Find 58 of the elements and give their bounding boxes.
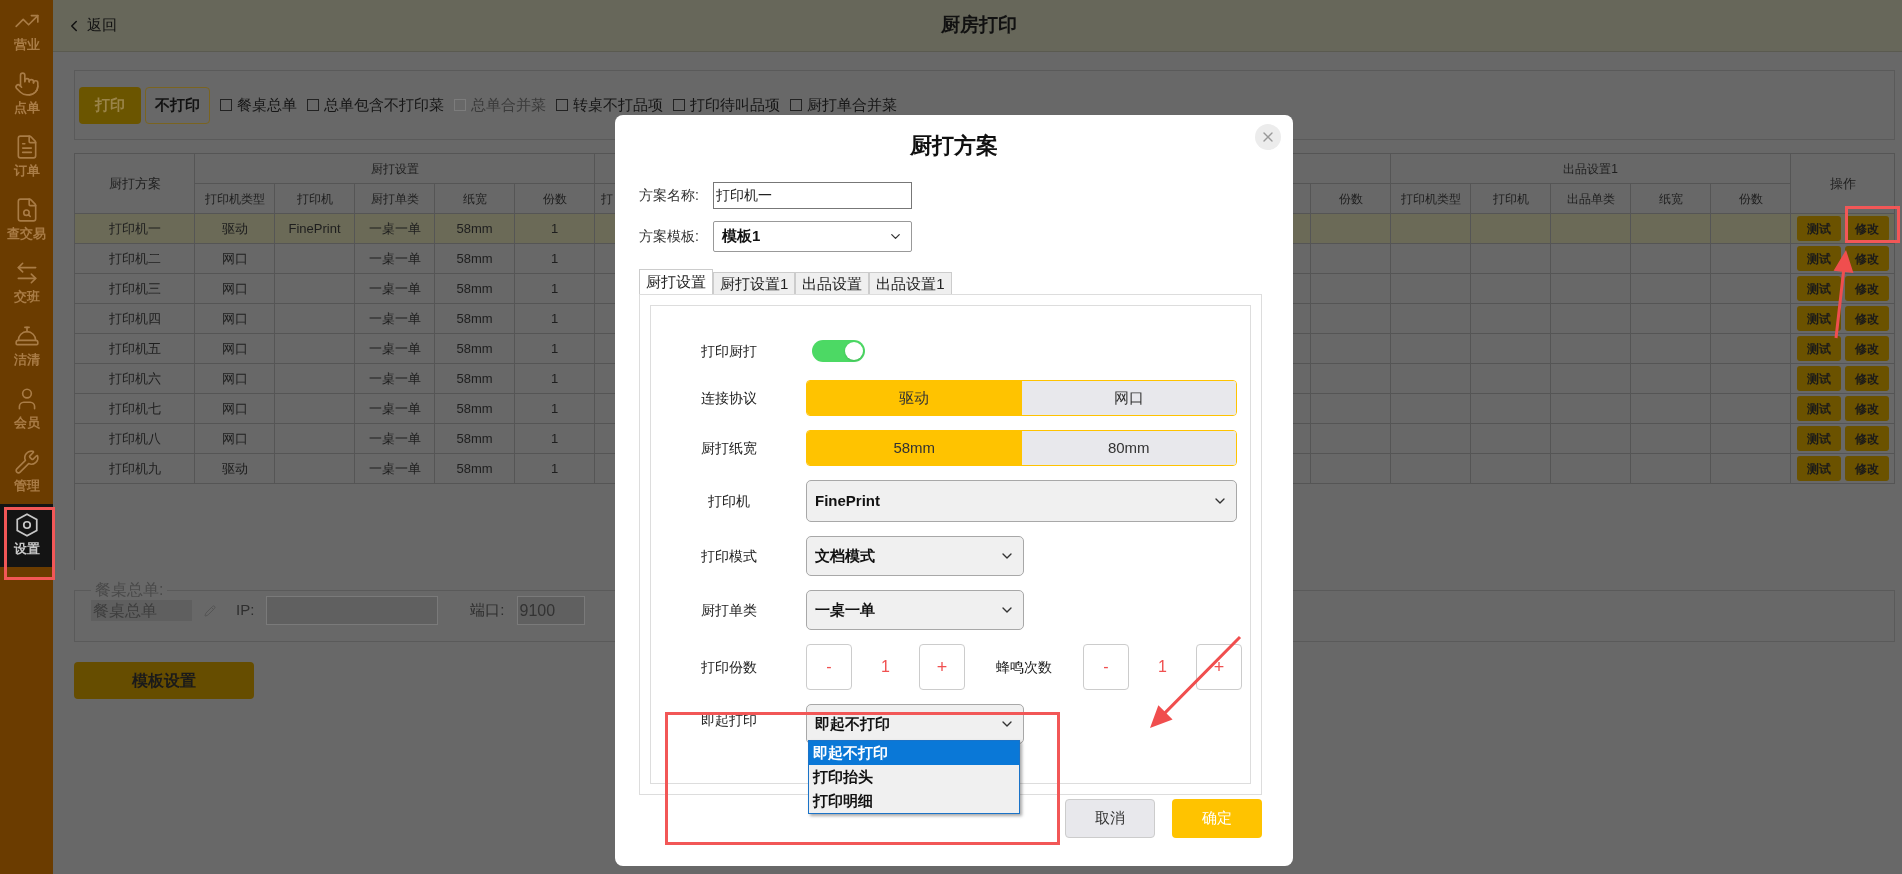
- field-label: 方案名称:: [639, 186, 700, 205]
- table-cell-text: 58mm: [456, 399, 493, 418]
- table-cell-text: 驱动: [221, 219, 248, 238]
- table-cell-text: 打印机八: [108, 429, 161, 448]
- setting-label: 打印模式: [699, 546, 758, 566]
- table-cell-text: 58mm: [456, 339, 493, 358]
- table-cell-text: 1: [550, 459, 559, 478]
- stepper-value: 1: [880, 657, 891, 677]
- column-header: 出品设置1: [1391, 154, 1791, 184]
- setting-label: 打印份数: [699, 657, 758, 677]
- setting-label: 连接协议: [699, 388, 758, 408]
- table-cell-text: 网口: [221, 279, 248, 298]
- table-cell-text: 58mm: [456, 429, 493, 448]
- table-cell-text: 网口: [221, 399, 248, 418]
- option-label: 餐桌总单: [237, 94, 297, 115]
- table-cell-text: 58mm: [456, 459, 493, 478]
- table-cell-text: 1: [550, 219, 559, 238]
- setting-label: 厨打纸宽: [699, 438, 758, 458]
- table-cell-text: 58mm: [456, 219, 493, 238]
- table-cell-text: 1: [550, 249, 559, 268]
- table-cell-text: 1: [550, 309, 559, 328]
- table-cell-text: 打印机九: [108, 459, 161, 478]
- table-cell-text: 1: [550, 429, 559, 448]
- table-cell-text: 58mm: [456, 309, 493, 328]
- setting-label: 蜂鸣次数: [995, 657, 1053, 677]
- table-cell-text: 网口: [221, 429, 248, 448]
- table-cell-text: 1: [550, 369, 559, 388]
- ip-label: IP:: [236, 600, 255, 621]
- table-cell-text: 驱动: [221, 459, 248, 478]
- option-label: 转桌不打品项: [573, 94, 663, 115]
- table-cell-text: 1: [550, 279, 559, 298]
- column-header: 打: [601, 190, 613, 208]
- table-cell-text: 1: [550, 399, 559, 418]
- page-title: 厨房打印: [941, 13, 1017, 38]
- table-cell-text: 58mm: [456, 369, 493, 388]
- table-cell-text: 网口: [221, 309, 248, 328]
- option-label: 厨打单合并菜: [807, 94, 897, 115]
- stepper-value: 1: [1157, 657, 1168, 677]
- table-cell-text: 打印机六: [108, 369, 161, 388]
- column-header: 厨打设置: [195, 154, 595, 184]
- table-cell-text: 58mm: [456, 249, 493, 268]
- field-label: 方案模板:: [639, 227, 700, 246]
- table-cell-text: 网口: [221, 369, 248, 388]
- table-cell-text: 打印机二: [108, 249, 161, 268]
- table-cell-text: 打印机四: [108, 309, 161, 328]
- setting-label: 打印机: [706, 491, 751, 511]
- table-cell-text: 网口: [221, 249, 248, 268]
- setting-label: 厨打单类: [699, 600, 758, 620]
- option-label: 总单包含不打印菜: [324, 94, 444, 115]
- table-cell-text: 58mm: [456, 279, 493, 298]
- option-label: 打印待叫品项: [690, 94, 780, 115]
- dialog-title: 厨打方案: [909, 132, 999, 160]
- table-cell-text: 打印机五: [108, 339, 161, 358]
- table-cell-text: 打印机七: [108, 399, 161, 418]
- table-cell-text: FinePrint: [288, 219, 341, 238]
- table-cell-text: 1: [550, 339, 559, 358]
- setting-label: 打印厨打: [699, 341, 758, 361]
- table-cell-text: 网口: [221, 339, 248, 358]
